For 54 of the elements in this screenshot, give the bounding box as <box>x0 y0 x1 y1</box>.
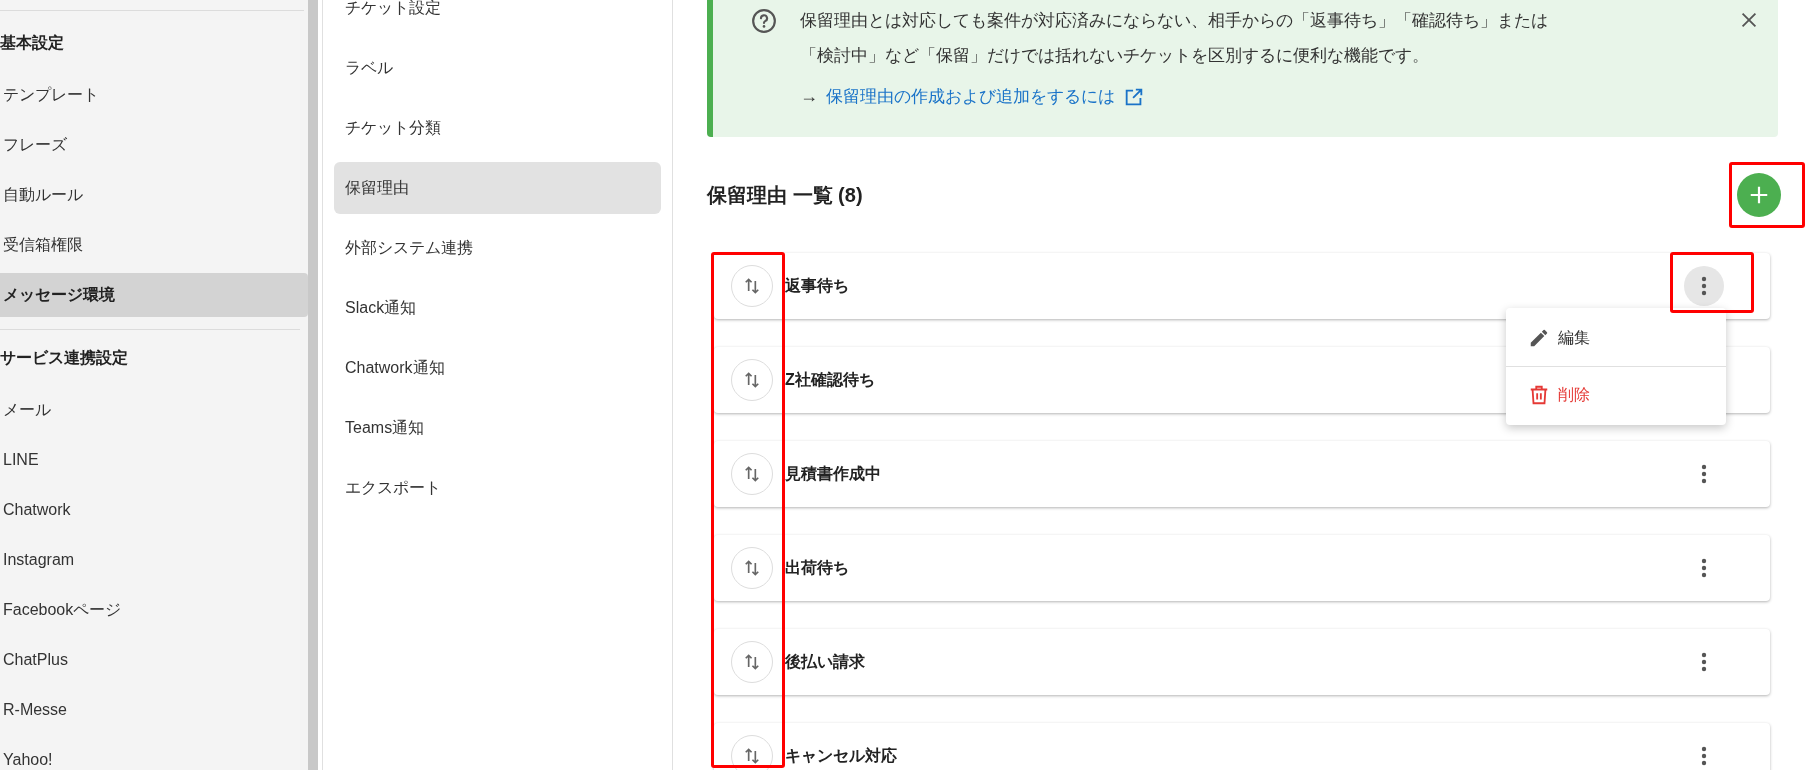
up-down-arrows-icon <box>742 464 762 484</box>
up-down-arrows-icon <box>742 746 762 766</box>
arrow-text: → <box>800 85 818 108</box>
up-down-arrows-icon <box>742 276 762 296</box>
sidebar-item[interactable]: フレーズ <box>0 123 308 167</box>
row-label: 返事待ち <box>785 276 850 296</box>
sidebar-item[interactable]: Facebookページ <box>0 588 308 632</box>
kebab-icon <box>1701 652 1707 672</box>
row-label: キャンセル対応 <box>785 746 898 766</box>
sidebar-item[interactable]: Chatwork <box>0 488 308 532</box>
kebab-icon <box>1701 464 1707 484</box>
help-icon <box>751 8 777 34</box>
up-down-arrows-icon <box>742 370 762 390</box>
nav-item[interactable]: Slack通知 <box>334 282 661 334</box>
nav-item[interactable]: エクスポート <box>334 462 661 514</box>
row-label: 後払い請求 <box>785 652 866 672</box>
menu-item[interactable]: 削除 <box>1506 367 1726 423</box>
kebab-icon <box>1701 746 1707 766</box>
banner-text: 保留理由とは対応しても案件が対応済みにならない、相手からの「返事待ち」「確認待ち」または「検討中」など「保留」だけでは括れないチケットを区別するに便利な機能です。 <box>800 10 1549 67</box>
nav-item[interactable]: チケット分類 <box>334 102 661 154</box>
row-label: 見積書作成中 <box>785 464 882 484</box>
help-link[interactable]: 保留理由の作成および追加をするには <box>826 83 1115 110</box>
nav-item[interactable]: Chatwork通知 <box>334 342 661 394</box>
sidebar-item[interactable]: メール <box>0 388 308 432</box>
plus-icon <box>1748 184 1770 206</box>
up-down-arrows-icon <box>742 558 762 578</box>
row-label: Z社確認待ち <box>785 370 876 390</box>
sidebar-item[interactable]: 受信箱権限 <box>0 223 308 267</box>
sidebar-item[interactable]: LINE <box>0 438 308 482</box>
more-button[interactable] <box>1684 266 1724 306</box>
up-down-arrows-icon <box>742 652 762 672</box>
row-label: 出荷待ち <box>785 558 850 578</box>
nav-item[interactable]: 外部システム連携 <box>334 222 661 274</box>
section-heading: サービス連携設定 <box>0 348 129 368</box>
nav-item[interactable]: チケット設定 <box>334 0 661 34</box>
nav-item[interactable]: ラベル <box>334 42 661 94</box>
kebab-icon <box>1701 558 1707 578</box>
pencil-icon <box>1528 327 1550 349</box>
sidebar-item[interactable]: Instagram <box>0 538 308 582</box>
menu-item[interactable]: 編集 <box>1506 310 1726 366</box>
sidebar-item[interactable]: Yahoo! <box>0 738 308 770</box>
sidebar-item[interactable]: 自動ルール <box>0 173 308 217</box>
kebab-icon <box>1701 276 1707 296</box>
nav-item[interactable]: Teams通知 <box>334 402 661 454</box>
sidebar-item[interactable]: ChatPlus <box>0 638 308 682</box>
trash-icon <box>1528 384 1550 406</box>
list-title: 保留理由 一覧 (8) <box>707 183 863 208</box>
sidebar-item[interactable]: メッセージ環境 <box>0 273 308 317</box>
scrollbar[interactable] <box>308 0 318 770</box>
sidebar-item[interactable]: R-Messe <box>0 688 308 732</box>
nav-item[interactable]: 保留理由 <box>334 162 661 214</box>
section-heading: 基本設定 <box>0 33 65 53</box>
sidebar-item[interactable]: テンプレート <box>0 73 308 117</box>
add-button[interactable] <box>1737 173 1781 217</box>
